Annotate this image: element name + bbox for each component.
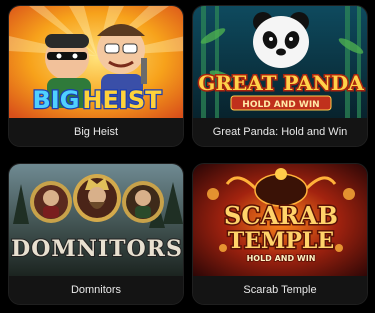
scarab-temple-logo-line1: SCARAB xyxy=(224,201,338,230)
game-title[interactable]: Scarab Temple xyxy=(193,276,367,304)
domnitors-art: DOMNITORS xyxy=(9,164,183,278)
game-thumbnail-great-panda[interactable]: GREAT PANDA HOLD AND WIN xyxy=(193,6,367,120)
great-panda-logo-subtitle: HOLD AND WIN xyxy=(242,100,319,110)
scarab-temple-logo-subtitle: HOLD AND WIN xyxy=(247,254,316,263)
game-thumbnail-scarab-temple[interactable]: SCARAB TEMPLE HOLD AND WIN xyxy=(193,164,367,278)
game-card-domnitors[interactable]: DOMNITORS Domnitors xyxy=(8,163,184,305)
game-card-scarab-temple[interactable]: SCARAB TEMPLE HOLD AND WIN Scarab Temple xyxy=(192,163,368,305)
scarab-temple-logo-line2: TEMPLE xyxy=(228,228,334,254)
game-card-big-heist[interactable]: BIG HEIST Big Heist xyxy=(8,5,184,147)
great-panda-art: GREAT PANDA HOLD AND WIN xyxy=(193,6,367,120)
game-title[interactable]: Big Heist xyxy=(9,118,183,146)
game-thumbnail-big-heist[interactable]: BIG HEIST xyxy=(9,6,183,120)
great-panda-logo: GREAT PANDA xyxy=(198,71,364,95)
game-thumbnail-domnitors[interactable]: DOMNITORS xyxy=(9,164,183,278)
game-title[interactable]: Domnitors xyxy=(9,276,183,304)
big-heist-logo: BIG HEIST xyxy=(33,86,163,114)
games-grid: BIG HEIST Big Heist GREAT PANDA HOLD AND… xyxy=(0,0,375,313)
scarab-temple-art: SCARAB TEMPLE HOLD AND WIN xyxy=(193,164,367,278)
game-title[interactable]: Great Panda: Hold and Win xyxy=(193,118,367,146)
game-card-great-panda[interactable]: GREAT PANDA HOLD AND WIN Great Panda: Ho… xyxy=(192,5,368,147)
big-heist-art: BIG HEIST xyxy=(9,6,183,120)
domnitors-logo: DOMNITORS xyxy=(11,236,183,262)
